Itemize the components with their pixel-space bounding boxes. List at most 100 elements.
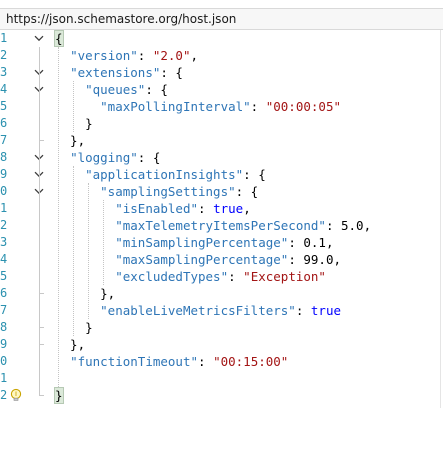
json-punctuation: , [243, 201, 251, 216]
code-text: "queues": { [55, 81, 168, 98]
line-number: 9 [0, 167, 8, 181]
code-line[interactable]: 8 } [0, 319, 443, 336]
json-punctuation [55, 269, 115, 284]
code-line[interactable]: 1 "isEnabled": true, [0, 200, 443, 217]
json-punctuation [55, 82, 85, 97]
code-text: "extensions": { [55, 64, 183, 81]
line-number: 2 [0, 218, 8, 232]
fold-region-bar [39, 200, 40, 293]
line-number: 4 [0, 252, 8, 266]
json-punctuation: : { [160, 65, 183, 80]
json-string-value: "00:15:00" [213, 354, 289, 369]
fold-region-end [39, 293, 44, 294]
json-key: "maxPollingInterval" [100, 99, 251, 114]
code-line[interactable]: 1{ [0, 30, 443, 47]
code-line[interactable]: 1 [0, 370, 443, 387]
json-punctuation [55, 303, 100, 318]
json-string-value: "2.0" [152, 48, 191, 63]
json-punctuation [55, 99, 100, 114]
code-text: }, [55, 132, 85, 149]
json-key: "maxSamplingPercentage" [115, 252, 289, 267]
json-punctuation: , [333, 252, 342, 267]
json-string-value: "00:00:05" [265, 99, 341, 114]
json-key: "maxTelemetryItemsPerSecond" [115, 218, 326, 233]
line-number: 6 [0, 286, 8, 300]
code-line[interactable]: 4 "maxSamplingPercentage": 99.0, [0, 251, 443, 268]
json-punctuation: : { [235, 184, 259, 199]
code-line[interactable]: 0 "samplingSettings": { [0, 183, 443, 200]
indent-guide [73, 166, 75, 336]
json-punctuation [55, 184, 100, 199]
json-punctuation: }, [55, 133, 86, 148]
json-punctuation: , [325, 235, 334, 250]
code-line[interactable]: 6 }, [0, 285, 443, 302]
matched-brace: } [54, 387, 64, 404]
json-key: "extensions" [70, 65, 161, 80]
indent-guide [58, 47, 59, 387]
line-number: 5 [0, 269, 8, 283]
fold-region-bar [39, 81, 40, 140]
chevron-down-icon[interactable] [34, 30, 44, 47]
indent-guide [103, 200, 105, 285]
code-editor[interactable]: 1{2 "version": "2.0", 3 "extensions": {4 … [0, 30, 443, 408]
code-line[interactable]: 9 }, [0, 336, 443, 353]
line-number: 1 [0, 201, 8, 215]
json-key: "logging" [70, 150, 138, 165]
code-text: "isEnabled": true, [55, 200, 251, 217]
code-line[interactable]: 3 "minSamplingPercentage": 0.1, [0, 234, 443, 251]
json-number-value: 0.1 [303, 235, 326, 250]
line-number: 2 [0, 48, 8, 62]
line-number: 6 [0, 116, 8, 130]
json-punctuation [55, 252, 115, 267]
json-number-value: 99.0 [303, 252, 334, 267]
json-punctuation: : [288, 252, 304, 267]
json-string-value: "Exception" [243, 269, 326, 284]
code-text: }, [55, 336, 85, 353]
line-number: 4 [0, 82, 8, 96]
address-bar[interactable]: https://json.schemastore.org/host.json [0, 8, 443, 30]
line-number: 5 [0, 99, 8, 113]
code-text: }, [55, 285, 115, 302]
json-punctuation: : { [137, 150, 161, 165]
code-line[interactable]: 2 "version": "2.0", [0, 47, 443, 64]
code-line[interactable]: 9 "applicationInsights": { [0, 166, 443, 183]
code-line[interactable]: 3 "extensions": { [0, 64, 443, 81]
line-number: 1 [0, 371, 8, 385]
code-line[interactable]: 6 } [0, 115, 443, 132]
code-line[interactable]: 0 "functionTimeout": "00:15:00" [0, 353, 443, 370]
address-bar-url[interactable]: https://json.schemastore.org/host.json [6, 12, 236, 26]
line-number: 8 [0, 320, 8, 334]
json-number-value: 5.0 [341, 218, 364, 233]
code-text: "maxPollingInterval": "00:00:05" [55, 98, 341, 115]
json-punctuation: : [295, 303, 311, 318]
code-text: "excludedTypes": "Exception" [55, 268, 326, 285]
code-text: { [54, 30, 64, 47]
json-punctuation [55, 218, 115, 233]
line-number: 1 [0, 31, 8, 45]
code-line[interactable]: 2 "maxTelemetryItemsPerSecond": 5.0, [0, 217, 443, 234]
json-punctuation: : { [145, 82, 168, 97]
line-number: 7 [0, 133, 8, 147]
json-punctuation: }, [55, 286, 116, 301]
line-number: 9 [0, 337, 8, 351]
code-line[interactable]: 2} [0, 387, 443, 404]
code-line[interactable]: 7 }, [0, 132, 443, 149]
code-text: "applicationInsights": { [55, 166, 266, 183]
code-line[interactable]: 5 "excludedTypes": "Exception" [0, 268, 443, 285]
code-line[interactable]: 4 "queues": { [0, 81, 443, 98]
json-punctuation: }, [55, 337, 86, 352]
code-line[interactable]: 8 "logging": { [0, 149, 443, 166]
fold-region-end [39, 327, 44, 328]
json-punctuation: : [198, 201, 214, 216]
code-line[interactable]: 7 "enableLiveMetricsFilters": true [0, 302, 443, 319]
json-key: "queues" [85, 82, 146, 97]
lightbulb-icon[interactable] [9, 388, 23, 403]
json-boolean-value: true [213, 201, 244, 216]
json-key: "excludedTypes" [115, 269, 229, 284]
code-text: "functionTimeout": "00:15:00" [55, 353, 288, 370]
code-text: } [54, 387, 64, 404]
line-number: 3 [0, 65, 8, 79]
code-text: "maxSamplingPercentage": 99.0, [55, 251, 341, 268]
code-line[interactable]: 5 "maxPollingInterval": "00:00:05" [0, 98, 443, 115]
fold-region-end [39, 140, 44, 141]
